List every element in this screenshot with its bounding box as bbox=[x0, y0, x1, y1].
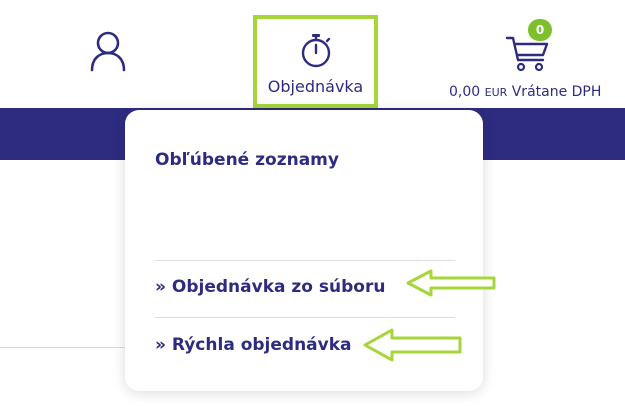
order-button[interactable]: Objednávka bbox=[257, 19, 374, 104]
favorite-lists-heading[interactable]: Obľúbené zoznamy bbox=[155, 150, 339, 170]
account-button[interactable] bbox=[84, 28, 132, 78]
cart-price-value: 0,00 bbox=[449, 84, 481, 100]
arrow-left-icon bbox=[406, 269, 496, 297]
cart-price: 0,00 EUR Vrátane DPH bbox=[449, 84, 609, 100]
order-label: Objednávka bbox=[267, 77, 364, 96]
cart-currency: EUR bbox=[484, 86, 508, 99]
menu-divider bbox=[155, 260, 455, 261]
order-highlight-frame: Objednávka bbox=[253, 15, 378, 108]
cart-count-badge: 0 bbox=[528, 19, 552, 41]
menu-divider bbox=[155, 317, 455, 318]
user-icon bbox=[90, 31, 126, 72]
arrow-left-icon bbox=[363, 328, 462, 362]
cart-vat-label: Vrátane DPH bbox=[511, 84, 602, 100]
quick-order-link[interactable]: » Rýchla objednávka bbox=[155, 335, 352, 355]
stopwatch-icon bbox=[301, 34, 330, 68]
order-from-file-link[interactable]: » Objednávka zo súboru bbox=[155, 277, 385, 297]
page-divider bbox=[0, 347, 140, 348]
